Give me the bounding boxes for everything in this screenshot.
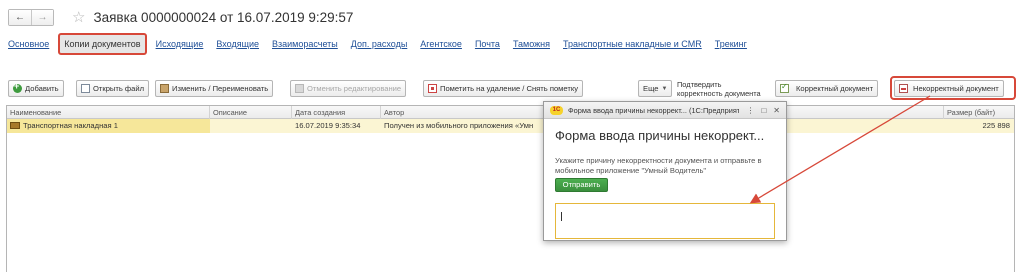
tab-document-copies[interactable]: Копии документов — [58, 33, 147, 55]
tab-settlements[interactable]: Взаиморасчеты — [272, 39, 338, 49]
mark-delete-button[interactable]: Пометить на удаление / Снять пометку — [423, 80, 584, 97]
reason-dialog: 1С Форма ввода причины некоррект... (1С:… — [543, 101, 787, 241]
dialog-heading: Форма ввода причины некоррект... — [555, 128, 765, 143]
forward-button[interactable]: → — [31, 9, 53, 25]
more-button[interactable]: Еще ▼ — [638, 80, 673, 97]
cancel-edit-button[interactable]: Отменить редактирование — [290, 80, 407, 97]
arrow-left-icon: ← — [15, 11, 25, 23]
tab-outgoing[interactable]: Исходящие — [156, 39, 204, 49]
correct-document-label: Корректный документ — [796, 84, 874, 93]
favorite-star-icon[interactable]: ☆ — [72, 10, 85, 25]
incorrect-document-icon — [899, 84, 908, 93]
row-size: 225 898 — [982, 121, 1010, 130]
document-icon — [10, 122, 20, 129]
rename-label: Изменить / Переименовать — [172, 84, 269, 93]
edit-icon — [160, 84, 169, 93]
cancel-edit-label: Отменить редактирование — [307, 84, 402, 93]
toolbar: Добавить Открыть файл Изменить / Переиме… — [0, 76, 1024, 100]
dialog-titlebar[interactable]: 1С Форма ввода причины некоррект... (1С:… — [544, 102, 786, 119]
tab-mail[interactable]: Почта — [475, 39, 500, 49]
confirm-correctness-label: Подтвердить корректность документа — [677, 80, 761, 98]
navigation-buttons: ← → — [8, 8, 54, 26]
tab-extra-expenses[interactable]: Доп. расходы — [351, 39, 408, 49]
page-title: Заявка 0000000024 от 16.07.2019 9:29:57 — [93, 9, 354, 25]
incorrect-document-label: Некорректный документ — [913, 84, 999, 93]
add-button[interactable]: Добавить — [8, 80, 64, 97]
title-row: ← → ☆ Заявка 0000000024 от 16.07.2019 9:… — [8, 8, 353, 26]
column-size[interactable]: Размер (байт) — [944, 106, 1016, 119]
tab-agency[interactable]: Агентское — [420, 39, 462, 49]
reason-input[interactable] — [555, 203, 775, 239]
dialog-description: Укажите причину некорректности документа… — [555, 156, 762, 175]
incorrect-document-button[interactable]: Некорректный документ — [894, 80, 1004, 97]
add-icon — [13, 81, 22, 93]
column-created[interactable]: Дата создания — [292, 106, 381, 119]
open-file-label: Открыть файл — [93, 84, 145, 93]
checkmark-icon — [780, 82, 789, 93]
more-label: Еще — [643, 84, 659, 93]
row-name: Транспортная накладная 1 — [23, 121, 118, 130]
row-created: 16.07.2019 9:35:34 — [295, 121, 361, 130]
tab-waybills-cmr[interactable]: Транспортные накладные и CMR — [563, 39, 702, 49]
maximize-icon[interactable]: □ — [761, 106, 766, 115]
delete-mark-icon — [428, 84, 437, 93]
document-tabs: Основное Копии документов Исходящие Вход… — [8, 33, 760, 55]
open-file-button[interactable]: Открыть файл — [76, 80, 150, 97]
cancel-edit-icon — [295, 84, 304, 93]
mark-delete-label: Пометить на удаление / Снять пометку — [440, 84, 579, 93]
tab-incoming[interactable]: Входящие — [216, 39, 259, 49]
dialog-window-title: Форма ввода причины некоррект... (1С:Пре… — [568, 105, 740, 115]
tab-main[interactable]: Основное — [8, 39, 49, 49]
row-description — [210, 119, 292, 133]
1c-logo-icon: 1С — [550, 105, 563, 115]
send-button[interactable]: Отправить — [555, 178, 608, 192]
more-options-icon[interactable]: ⋮ — [746, 106, 754, 115]
correct-document-button[interactable]: Корректный документ — [775, 80, 879, 97]
documents-table[interactable]: Наименование Описание Дата создания Авто… — [6, 105, 1015, 272]
add-button-label: Добавить — [25, 84, 59, 93]
close-icon[interactable]: ✕ — [773, 106, 780, 115]
table-header: Наименование Описание Дата создания Авто… — [7, 106, 1014, 119]
arrow-right-icon: → — [37, 11, 48, 23]
file-icon — [81, 84, 90, 93]
tab-tracking[interactable]: Трекинг — [715, 39, 747, 49]
table-row[interactable]: Транспортная накладная 1 16.07.2019 9:35… — [7, 119, 1014, 133]
rename-button[interactable]: Изменить / Переименовать — [155, 80, 274, 97]
column-description[interactable]: Описание — [210, 106, 292, 119]
column-name[interactable]: Наименование — [7, 106, 210, 119]
back-button[interactable]: ← — [9, 9, 31, 25]
chevron-down-icon: ▼ — [661, 85, 668, 92]
row-author: Получен из мобильного приложения «Умн — [384, 121, 534, 130]
row-name-cell: Транспортная накладная 1 — [7, 119, 210, 133]
text-cursor — [561, 212, 562, 221]
tab-customs[interactable]: Таможня — [513, 39, 550, 49]
